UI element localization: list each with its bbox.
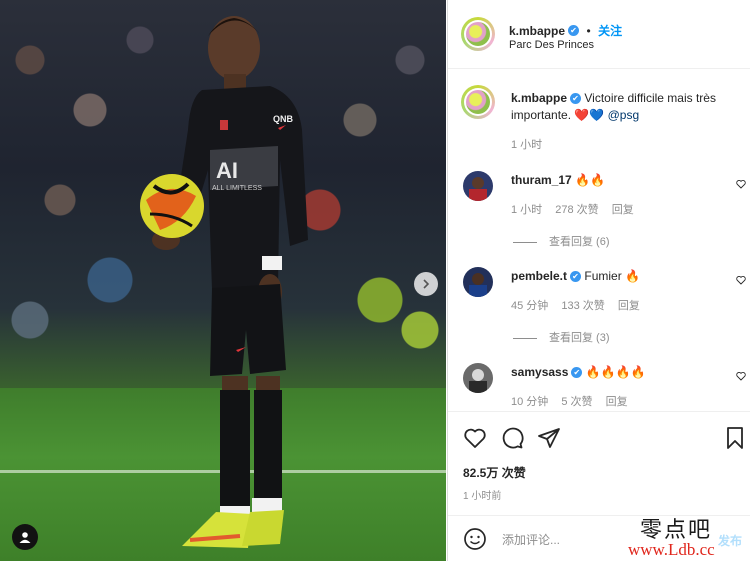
commenter-avatar[interactable]: [463, 267, 493, 297]
comment-meta: 1 小时 278 次赞 回复: [511, 201, 644, 217]
verified-icon: ✔: [570, 271, 582, 283]
likes-count[interactable]: 82.5万 次赞: [463, 464, 526, 481]
comment-time: 45 分钟: [511, 300, 549, 312]
comment-meta: 10 分钟 5 次赞 回复: [511, 393, 638, 409]
user-icon: [19, 532, 31, 543]
reply-button[interactable]: 回复: [606, 396, 628, 408]
like-comment-icon[interactable]: [736, 371, 746, 381]
post-header: k.mbappe ✔ • 关注 Parc Des Princes: [448, 0, 750, 69]
comment-likes[interactable]: 133 次赞: [561, 300, 604, 312]
comment-text-block: samysass ✔ 🔥🔥🔥🔥: [511, 364, 721, 381]
comment-likes[interactable]: 5 次赞: [561, 396, 592, 408]
carousel-next-button[interactable]: [414, 272, 438, 296]
comment-text-block: pembele.t ✔ Fumier 🔥: [511, 268, 721, 285]
jersey-text: ALL LIMITLESS: [212, 185, 262, 192]
location-link[interactable]: Parc Des Princes: [509, 39, 594, 51]
commenter-avatar[interactable]: [463, 363, 493, 393]
author-username[interactable]: k.mbappe: [509, 24, 565, 38]
svg-text:AI: AI: [216, 158, 238, 183]
post-panel: k.mbappe ✔ • 关注 Parc Des Princes k.mbappe…: [447, 0, 750, 561]
bookmark-icon[interactable]: [723, 426, 747, 450]
comment-text: 🔥🔥🔥🔥: [585, 365, 646, 379]
comment-username[interactable]: thuram_17: [511, 173, 572, 187]
comment-time: 10 分钟: [511, 396, 549, 408]
verified-icon: ✔: [571, 367, 583, 379]
commenter-avatar[interactable]: [463, 171, 493, 201]
comment-text-block: thuram_17 🔥🔥: [511, 172, 721, 189]
comment-bubble-icon[interactable]: [500, 426, 524, 450]
post-photo: AI ALL LIMITLESS QNB: [0, 0, 446, 561]
comments-list[interactable]: k.mbappe ✔ Victoire difficile mais très i…: [448, 69, 750, 411]
watermark: 零点吧 www.Ldb.cc: [628, 510, 750, 561]
share-paper-plane-icon[interactable]: [537, 426, 561, 450]
player-figure: AI ALL LIMITLESS QNB: [140, 16, 308, 548]
tagged-users-button[interactable]: [12, 524, 38, 550]
comment-text: 🔥🔥: [575, 173, 605, 187]
comment-text: Fumier 🔥: [584, 269, 640, 283]
view-replies-button[interactable]: 查看回复 (6): [513, 233, 610, 249]
follow-button[interactable]: 关注: [598, 24, 622, 38]
like-heart-icon[interactable]: [463, 426, 487, 450]
post-actions: 82.5万 次赞 1 小时前: [448, 411, 750, 516]
caption-meta: 1 小时: [511, 136, 552, 152]
view-replies-label: 查看回复 (3): [549, 332, 610, 344]
verified-icon: ✔: [570, 93, 582, 105]
caption-username[interactable]: k.mbappe: [511, 91, 567, 105]
comment-username[interactable]: samysass: [511, 365, 568, 379]
emoji-icon[interactable]: [463, 527, 487, 551]
like-comment-icon[interactable]: [736, 275, 746, 285]
verified-icon: ✔: [568, 25, 580, 37]
comment-username[interactable]: pembele.t: [511, 269, 567, 283]
chevron-right-icon: [423, 279, 430, 289]
author-avatar[interactable]: [461, 17, 495, 51]
comment-time: 1 小时: [511, 204, 543, 216]
caption-mention[interactable]: @psg: [608, 108, 640, 122]
post-timestamp: 1 小时前: [463, 491, 502, 502]
reply-button[interactable]: 回复: [612, 204, 634, 216]
comment-likes[interactable]: 278 次赞: [555, 204, 598, 216]
caption-text-block: k.mbappe ✔ Victoire difficile mais très i…: [511, 90, 721, 124]
view-replies-button[interactable]: 查看回复 (3): [513, 329, 610, 345]
view-replies-label: 查看回复 (6): [549, 236, 610, 248]
caption-time: 1 小时: [511, 139, 543, 151]
watermark-url: www.Ldb.cc: [628, 540, 715, 559]
like-comment-icon[interactable]: [736, 179, 746, 189]
caption-avatar[interactable]: [461, 85, 495, 119]
comment-meta: 45 分钟 133 次赞 回复: [511, 297, 650, 313]
caption-emojis: ❤️💙: [574, 108, 605, 122]
separator-dot: •: [586, 24, 591, 38]
reply-button[interactable]: 回复: [618, 300, 640, 312]
jersey-sponsor: QNB: [273, 114, 294, 124]
